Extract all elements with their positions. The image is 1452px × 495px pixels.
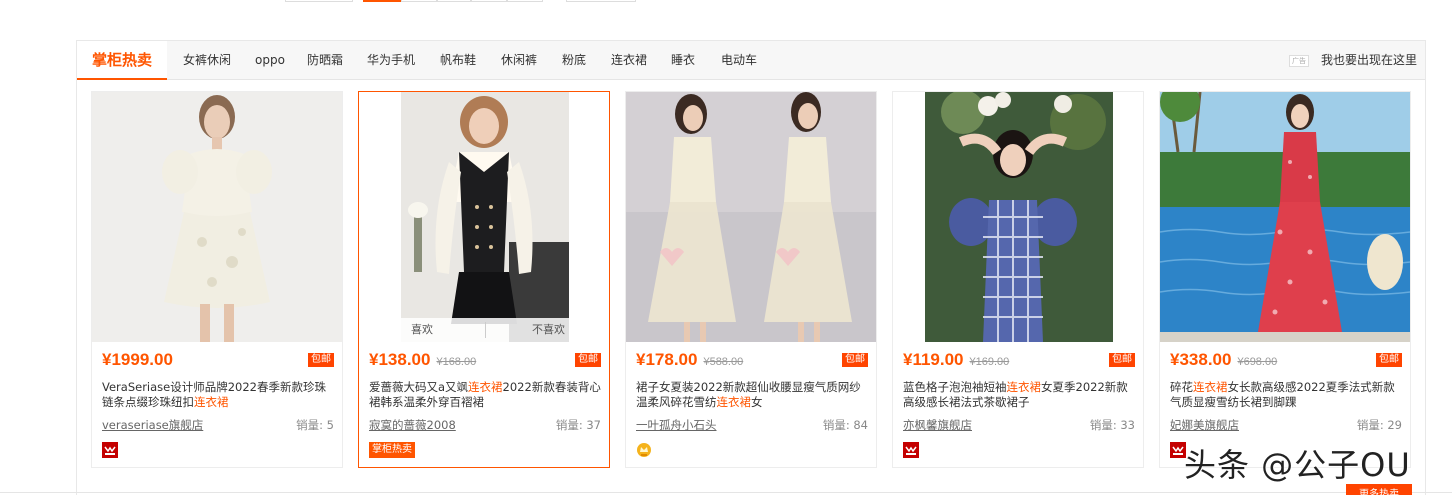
watermark: 头条 @公子OU xyxy=(1184,446,1411,484)
title-highlight: 连衣裙 xyxy=(468,380,503,394)
price-row: ¥138.00 ¥168.00 包邮 xyxy=(369,350,601,370)
price-row: ¥1999.00 包邮 xyxy=(102,350,334,370)
keyword-link[interactable]: 女裤休闲 xyxy=(183,41,231,80)
divider xyxy=(485,322,486,338)
page-prev-button[interactable] xyxy=(285,0,353,2)
sales-count: 销量: 33 xyxy=(1089,418,1135,432)
free-shipping-badge: 包邮 xyxy=(308,353,334,367)
title-highlight: 连衣裙 xyxy=(1193,380,1228,394)
title-highlight: 连衣裙 xyxy=(194,395,229,409)
ad-badge: 广告 xyxy=(1289,55,1309,67)
product-card[interactable]: ¥1999.00 包邮 VeraSeriase设计师品牌2022春季新款珍珠链条… xyxy=(91,91,343,468)
price: ¥338.00 xyxy=(1170,350,1232,369)
product-card[interactable]: ¥178.00 ¥588.00 包邮 裙子女夏装2022新款超仙收腰显瘦气质网纱温… xyxy=(625,91,877,468)
page-button[interactable] xyxy=(471,0,507,2)
product-image[interactable]: 喜欢 不喜欢 xyxy=(359,92,609,342)
title-highlight: 连衣裙 xyxy=(1006,380,1042,394)
shop-row: 寂寞的蔷薇2008 销量: 37 xyxy=(369,417,601,433)
keyword-tab-bar: 掌柜热卖 女裤休闲 oppo 防晒霜 华为手机 帆布鞋 休闲裤 粉底 连衣裙 睡… xyxy=(77,41,1425,80)
title-text: 蓝色格子泡泡袖短袖 xyxy=(903,380,1007,394)
free-shipping-badge: 包邮 xyxy=(1376,353,1402,367)
original-price: ¥168.00 xyxy=(436,356,477,368)
keyword-link[interactable]: 华为手机 xyxy=(367,41,415,80)
shop-row: 妃娜美旗舰店 销量: 29 xyxy=(1170,417,1402,433)
like-button[interactable]: 喜欢 xyxy=(411,318,433,342)
sales-count: 销量: 5 xyxy=(296,418,334,432)
page-current-button[interactable] xyxy=(363,0,401,2)
keyword-link[interactable]: 帆布鞋 xyxy=(440,41,476,80)
price-row: ¥119.00 ¥169.00 包邮 xyxy=(903,350,1135,370)
price: ¥1999.00 xyxy=(102,350,173,369)
shop-row: 亦枫馨旗舰店 销量: 33 xyxy=(903,417,1135,433)
shop-link[interactable]: 寂寞的蔷薇2008 xyxy=(369,418,456,432)
shop-link[interactable]: 一叶孤舟小石头 xyxy=(636,418,717,432)
ad-apply-link[interactable]: 我也要出现在这里 xyxy=(1321,41,1417,80)
keyword-link[interactable]: 防晒霜 xyxy=(307,41,343,80)
shop-link[interactable]: veraseriase旗舰店 xyxy=(102,418,203,432)
original-price: ¥588.00 xyxy=(703,356,744,368)
title-text: 碎花 xyxy=(1170,380,1193,394)
product-card[interactable]: 喜欢 不喜欢 ¥138.00 ¥168.00 包邮 爱蔷薇大码又a又飒连衣裙202… xyxy=(358,91,610,468)
page-button[interactable] xyxy=(401,0,437,2)
shop-row: veraseriase旗舰店 销量: 5 xyxy=(102,417,334,433)
hot-sale-tag: 掌柜热卖 xyxy=(369,442,415,458)
product-card[interactable]: ¥119.00 ¥169.00 包邮 蓝色格子泡泡袖短袖连衣裙女夏季2022新款高… xyxy=(892,91,1144,468)
like-bar: 喜欢 不喜欢 xyxy=(401,318,569,342)
price: ¥119.00 xyxy=(903,350,964,369)
hot-sale-module: 掌柜热卖 女裤休闲 oppo 防晒霜 华为手机 帆布鞋 休闲裤 粉底 连衣裙 睡… xyxy=(76,40,1426,495)
product-title[interactable]: 裙子女夏装2022新款超仙收腰显瘦气质网纱温柔风碎花雪纺连衣裙女 xyxy=(636,380,868,410)
free-shipping-badge: 包邮 xyxy=(842,353,868,367)
product-image[interactable] xyxy=(92,92,342,342)
page-button[interactable] xyxy=(507,0,543,2)
shop-row: 一叶孤舟小石头 销量: 84 xyxy=(636,417,868,433)
tmall-icon xyxy=(102,442,118,458)
product-image[interactable] xyxy=(626,92,876,342)
sales-count: 销量: 29 xyxy=(1356,418,1402,432)
keyword-link[interactable]: 连衣裙 xyxy=(611,41,647,80)
shop-link[interactable]: 妃娜美旗舰店 xyxy=(1170,418,1239,432)
product-title[interactable]: 蓝色格子泡泡袖短袖连衣裙女夏季2022新款高级感长裙法式茶歇裙子 xyxy=(903,380,1135,410)
price-row: ¥338.00 ¥698.00 包邮 xyxy=(1170,350,1402,370)
title-text: 爱蔷薇大码又a又飒 xyxy=(369,380,469,394)
product-title[interactable]: 碎花连衣裙女长款高级感2022夏季法式新款气质显瘦雪纺长裙到脚踝 xyxy=(1170,380,1402,410)
product-title[interactable]: VeraSeriase设计师品牌2022春季新款珍珠链条点缀珍珠纽扣连衣裙 xyxy=(102,380,334,410)
tab-hot-sale[interactable]: 掌柜热卖 xyxy=(77,41,167,80)
tmall-icon xyxy=(903,442,919,458)
title-text: 女 xyxy=(751,395,763,409)
free-shipping-badge: 包邮 xyxy=(1109,353,1135,367)
free-shipping-badge: 包邮 xyxy=(575,353,601,367)
product-title[interactable]: 爱蔷薇大码又a又飒连衣裙2022新款春装背心裙韩系温柔外穿百褶裙 xyxy=(369,380,601,410)
title-highlight: 连衣裙 xyxy=(716,395,752,409)
product-image[interactable] xyxy=(893,92,1143,342)
price: ¥178.00 xyxy=(636,350,698,369)
product-card[interactable]: ¥338.00 ¥698.00 包邮 碎花连衣裙女长款高级感2022夏季法式新款气… xyxy=(1159,91,1411,468)
sales-count: 销量: 37 xyxy=(555,418,601,432)
product-image[interactable] xyxy=(1160,92,1410,342)
pagination xyxy=(0,0,1452,4)
original-price: ¥698.00 xyxy=(1237,356,1278,368)
crown-icon xyxy=(636,442,652,458)
page-button[interactable] xyxy=(437,0,471,2)
original-price: ¥169.00 xyxy=(969,356,1010,368)
shop-link[interactable]: 亦枫馨旗舰店 xyxy=(903,418,972,432)
keyword-link[interactable]: 休闲裤 xyxy=(501,41,537,80)
keyword-link[interactable]: 睡衣 xyxy=(671,41,695,80)
keyword-link[interactable]: 电动车 xyxy=(721,41,757,80)
dislike-button[interactable]: 不喜欢 xyxy=(532,318,565,342)
page-jump-input[interactable] xyxy=(566,0,636,2)
keyword-link[interactable]: 粉底 xyxy=(562,41,586,80)
divider xyxy=(0,492,1452,493)
sales-count: 销量: 84 xyxy=(822,418,868,432)
price: ¥138.00 xyxy=(369,350,431,369)
price-row: ¥178.00 ¥588.00 包邮 xyxy=(636,350,868,370)
keyword-link[interactable]: oppo xyxy=(255,41,285,80)
